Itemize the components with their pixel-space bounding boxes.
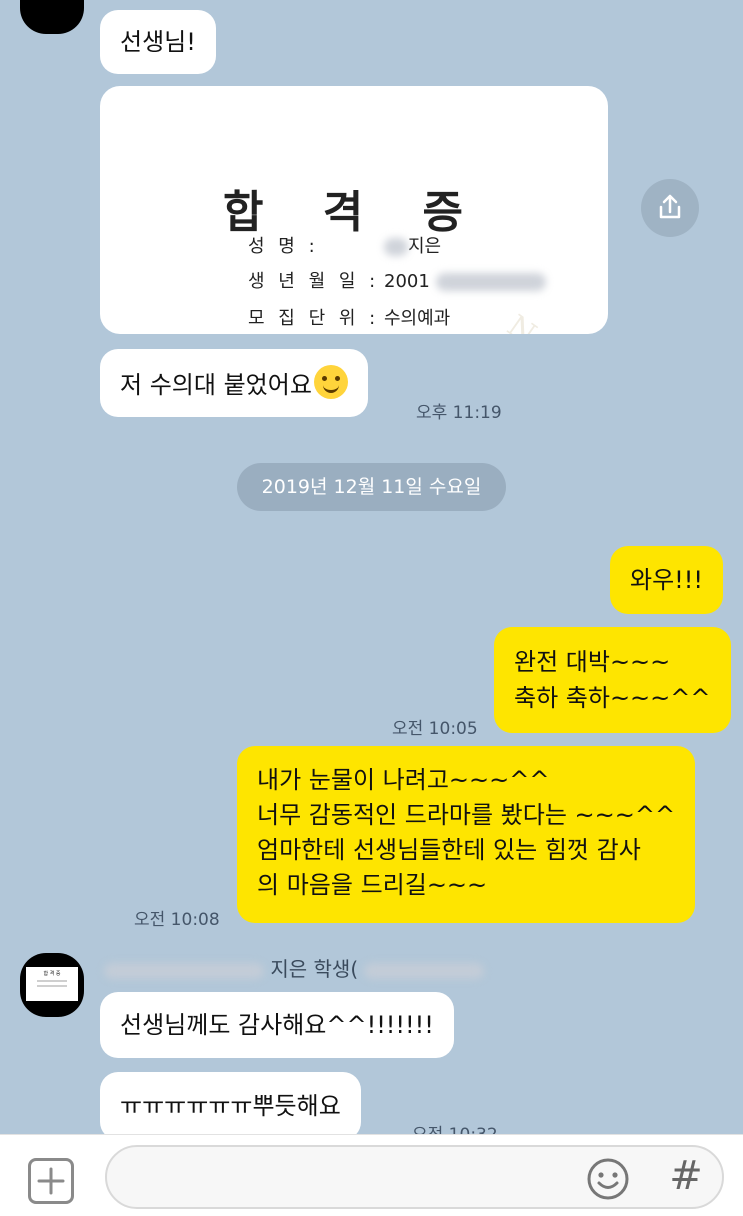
sender-avatar[interactable]: 합 격 증 xyxy=(20,953,84,1017)
attach-button[interactable] xyxy=(28,1158,74,1204)
message-text: 저 수의대 붙었어요 xyxy=(120,371,312,399)
message-timestamp: 오전 10:05 xyxy=(392,719,478,739)
message-bubble[interactable]: 선생님! xyxy=(100,10,216,74)
certificate-row-unit: 모 집 단 위 : 수의예과 xyxy=(248,304,450,330)
certificate-row-name: 성 명 : 지은 xyxy=(248,232,441,258)
message-bubble[interactable]: ㅠㅠㅠㅠㅠㅠ뿌듯해요 xyxy=(100,1072,361,1134)
plus-icon xyxy=(37,1167,65,1195)
certificate-value: 2001 xyxy=(384,271,430,292)
message-timestamp: 오후 11:19 xyxy=(416,403,502,423)
message-text: 와우!!! xyxy=(630,566,704,594)
certificate-value: 수의예과 xyxy=(384,308,451,329)
message-timestamp: 오전 10:08 xyxy=(134,910,220,930)
sender-avatar-top[interactable] xyxy=(20,0,84,34)
certificate-label: 생 년 월 일 : xyxy=(248,271,380,292)
certificate-row-birth: 생 년 월 일 :2001 xyxy=(248,267,546,293)
redacted-blur xyxy=(384,238,408,256)
message-input[interactable] xyxy=(105,1145,724,1209)
message-line: 의 마음을 드리길~~~ xyxy=(257,871,488,899)
certificate-thumbnail: 합 격 증 xyxy=(26,967,78,1001)
message-text: ㅠㅠㅠㅠㅠㅠ뿌듯해요 xyxy=(120,1092,341,1120)
input-bar: # xyxy=(0,1134,743,1216)
my-message-bubble[interactable]: 완전 대박~~~ 축하 축하~~~^^ xyxy=(494,627,731,733)
message-line: 엄마한테 선생님들한테 있는 힘껏 감사 xyxy=(257,836,641,864)
share-button[interactable] xyxy=(641,179,699,237)
message-text: 선생님께도 감사해요^^!!!!!!! xyxy=(120,1011,434,1039)
smiling-face-icon xyxy=(313,365,348,399)
message-line: 축하 축하~~~^^ xyxy=(514,684,711,712)
message-timestamp: 오전 10:32 xyxy=(412,1120,498,1134)
certificate-value: 지은 xyxy=(408,236,442,257)
redacted-blur xyxy=(104,962,264,979)
thumbnail-line xyxy=(37,980,67,982)
message-line: 완전 대박~~~ xyxy=(514,648,671,676)
sender-name: 지은 학생( xyxy=(104,953,485,982)
chat-area[interactable]: 선생님! 합 격 증 성 명 : 지은 생 년 월 일 :2001 모 집 단 위… xyxy=(0,0,743,1134)
message-line: 내가 눈물이 나려고~~~^^ xyxy=(257,766,550,794)
my-message-bubble[interactable]: 와우!!! xyxy=(610,546,724,614)
hash-icon[interactable]: # xyxy=(664,1151,708,1201)
certificate-label: 모 집 단 위 : xyxy=(248,308,380,329)
emoticon-icon xyxy=(587,1158,629,1200)
message-text: 선생님! xyxy=(120,28,196,56)
certificate-image-message[interactable]: 합 격 증 성 명 : 지은 생 년 월 일 :2001 모 집 단 위 : 수의예… xyxy=(100,86,608,334)
certificate-label: 성 명 : xyxy=(248,236,319,257)
certificate-title: 합 격 증 xyxy=(222,187,486,238)
emoticon-button[interactable] xyxy=(586,1157,630,1201)
my-message-bubble[interactable]: 내가 눈물이 나려고~~~^^ 너무 감동적인 드라마를 봤다는 ~~~^^ 엄… xyxy=(237,746,696,923)
redacted-blur xyxy=(364,962,485,979)
sender-name-text: 지은 학생( xyxy=(270,957,359,981)
message-bubble[interactable]: 저 수의대 붙었어요 xyxy=(100,349,368,417)
redacted-blur xyxy=(435,273,546,291)
share-icon xyxy=(659,194,681,219)
message-line: 너무 감동적인 드라마를 봤다는 ~~~^^ xyxy=(257,801,676,829)
certificate-watermark: NAL U xyxy=(481,308,608,334)
thumbnail-title: 합 격 증 xyxy=(43,971,61,977)
thumbnail-line xyxy=(37,985,67,987)
date-divider: 2019년 12월 11일 수요일 xyxy=(237,463,506,511)
message-bubble[interactable]: 선생님께도 감사해요^^!!!!!!! xyxy=(100,992,454,1058)
